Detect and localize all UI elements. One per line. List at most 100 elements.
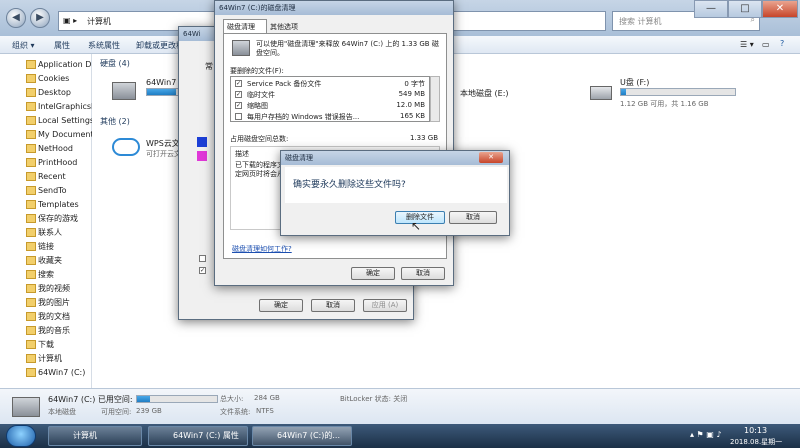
sidebar-item[interactable]: 保存的游戏 <box>0 212 92 226</box>
drive-e-name[interactable]: 本地磁盘 (E:) <box>460 88 509 99</box>
maximize-button[interactable]: □ <box>728 0 762 18</box>
sidebar-item[interactable]: 链接 <box>0 240 92 254</box>
folder-icon <box>26 242 36 251</box>
folder-icon <box>26 312 36 321</box>
sidebar-item[interactable]: 我的音乐 <box>0 324 92 338</box>
tab-disk-cleanup[interactable]: 磁盘清理 <box>223 19 267 33</box>
sidebar-item[interactable]: Templates <box>0 198 92 212</box>
sidebar-item[interactable]: Recent <box>0 170 92 184</box>
cleanup-title: 64Win7 (C:)的磁盘清理 <box>215 1 453 15</box>
taskbar-computer[interactable]: 计算机 <box>48 426 142 446</box>
sidebar-item[interactable]: 我的文档 <box>0 310 92 324</box>
file-checkbox[interactable]: ✓ <box>235 91 242 98</box>
others-group-header: 其他 (2) <box>100 117 130 126</box>
how-cleanup-works-link[interactable]: 磁盘清理如何工作? <box>232 244 292 254</box>
sidebar-item[interactable]: 我的视频 <box>0 282 92 296</box>
preview-pane-icon[interactable]: ▭ <box>762 40 770 49</box>
confirm-message: 确实要永久删除这些文件吗? <box>293 180 406 190</box>
sidebar-item[interactable]: 收藏夹 <box>0 254 92 268</box>
folder-icon <box>26 144 36 153</box>
cleanup-ok-button[interactable]: 确定 <box>351 267 395 280</box>
files-list-scrollbar[interactable] <box>430 76 440 122</box>
cleanup-cancel-button[interactable]: 取消 <box>401 267 445 280</box>
description-label: 描述 <box>235 150 249 158</box>
confirm-cancel-button[interactable]: 取消 <box>449 211 497 224</box>
start-button[interactable] <box>6 425 36 447</box>
sidebar-item[interactable]: 计算机 <box>0 352 92 366</box>
sidebar-item-label: My Document <box>38 130 92 139</box>
confirm-close-button[interactable]: ✕ <box>479 152 503 163</box>
sidebar-item[interactable]: 下载 <box>0 338 92 352</box>
file-checkbox[interactable] <box>235 113 242 120</box>
details-bitlocker: BitLocker 状态: 关闭 <box>340 395 408 403</box>
sidebar-item-label: SendTo <box>38 186 67 195</box>
folder-icon <box>26 172 36 181</box>
forward-icon[interactable]: ▶ <box>30 8 50 28</box>
folder-icon <box>26 326 36 335</box>
tab-more-options[interactable]: 其他选项 <box>267 21 309 33</box>
total-space-value: 1.33 GB <box>410 134 439 142</box>
properties-ok-button[interactable]: 确定 <box>259 299 303 312</box>
file-row[interactable]: ✓ 缩略图 12.0 MB <box>233 100 427 111</box>
folder-icon <box>26 186 36 195</box>
sidebar-item[interactable]: 我的图片 <box>0 296 92 310</box>
sidebar-item[interactable]: PrintHood <box>0 156 92 170</box>
folder-icon <box>26 340 36 349</box>
sidebar-item[interactable]: 搜索 <box>0 268 92 282</box>
properties-apply-button[interactable]: 应用 (A) <box>363 299 407 312</box>
folder-icon <box>26 270 36 279</box>
clock-date[interactable]: 2018.08.星期一 <box>730 437 782 447</box>
file-name: 临时文件 <box>247 91 275 99</box>
taskbar-properties[interactable]: 64Win7 (C:) 属性 <box>148 426 248 446</box>
sidebar-item-label: 收藏夹 <box>38 256 62 265</box>
properties-button[interactable]: 属性 <box>54 40 70 51</box>
drive-f-detail: 1.12 GB 可用，共 1.16 GB <box>620 100 709 108</box>
properties-cancel-button[interactable]: 取消 <box>311 299 355 312</box>
drives-group[interactable]: 硬盘 (4) <box>100 58 130 69</box>
folder-icon <box>26 284 36 293</box>
view-icon[interactable]: ☰ ▾ <box>740 40 754 49</box>
computer-icon: ▣ ▸ <box>63 16 78 25</box>
drive-c-name[interactable]: 64Win7 <box>146 78 176 87</box>
file-row[interactable]: 每用户存档的 Windows 错误报告... 165 KB <box>233 111 427 122</box>
drive-f-name[interactable]: U盘 (F:) <box>620 77 649 88</box>
sidebar-item-label: Desktop <box>38 88 71 97</box>
sidebar-item-label: 我的音乐 <box>38 326 70 335</box>
index-checkbox[interactable]: ✓ <box>199 267 206 274</box>
system-properties-button[interactable]: 系统属性 <box>88 40 120 51</box>
back-icon[interactable]: ◀ <box>6 8 26 28</box>
sidebar-item[interactable]: NetHood <box>0 142 92 156</box>
file-checkbox[interactable]: ✓ <box>235 102 242 109</box>
properties-tab-general[interactable]: 常 <box>205 61 213 72</box>
sidebar-item[interactable]: My Document <box>0 128 92 142</box>
minimize-button[interactable]: — <box>694 0 728 18</box>
sidebar-item-label: 64Win7 (C:) <box>38 368 86 377</box>
sidebar-item[interactable]: Desktop <box>0 86 92 100</box>
sidebar-item[interactable]: Cookies <box>0 72 92 86</box>
file-row[interactable]: ✓ Service Pack 备份文件 0 字节 <box>233 78 427 89</box>
folder-icon <box>26 228 36 237</box>
organize-button[interactable]: 组织 ▾ <box>12 40 35 51</box>
folder-icon <box>26 102 36 111</box>
sidebar-item[interactable]: Application D <box>0 58 92 72</box>
sidebar-item[interactable]: 联系人 <box>0 226 92 240</box>
help-icon[interactable]: ? <box>780 39 784 48</box>
details-drive-name: 64Win7 (C:) 已用空间: <box>48 395 133 404</box>
file-name: 缩略图 <box>247 102 268 110</box>
file-row[interactable]: ✓ 临时文件 549 MB <box>233 89 427 100</box>
details-pane: 64Win7 (C:) 已用空间: 本地磁盘 可用空间: 239 GB 总大小:… <box>0 388 800 424</box>
clock-time[interactable]: 10:13 <box>744 426 767 435</box>
sidebar-item[interactable]: SendTo <box>0 184 92 198</box>
others-group[interactable]: 其他 (2) <box>100 116 130 127</box>
close-button[interactable]: ✕ <box>762 0 798 18</box>
sidebar-item[interactable]: 64Win7 (C:) <box>0 366 92 380</box>
sidebar-item[interactable]: IntelGraphicsP <box>0 100 92 114</box>
file-checkbox[interactable]: ✓ <box>235 80 242 87</box>
compress-checkbox[interactable] <box>199 255 206 262</box>
breadcrumb-computer[interactable]: 计算机 <box>87 16 111 27</box>
taskbar-disk-cleanup[interactable]: 64Win7 (C:)的... <box>252 426 352 446</box>
sidebar-item[interactable]: Local Settings <box>0 114 92 128</box>
sidebar-item-label: 搜索 <box>38 270 54 279</box>
tray-icons[interactable]: ▴ ⚑ ▣ ♪ <box>690 430 721 439</box>
folder-icon <box>26 130 36 139</box>
